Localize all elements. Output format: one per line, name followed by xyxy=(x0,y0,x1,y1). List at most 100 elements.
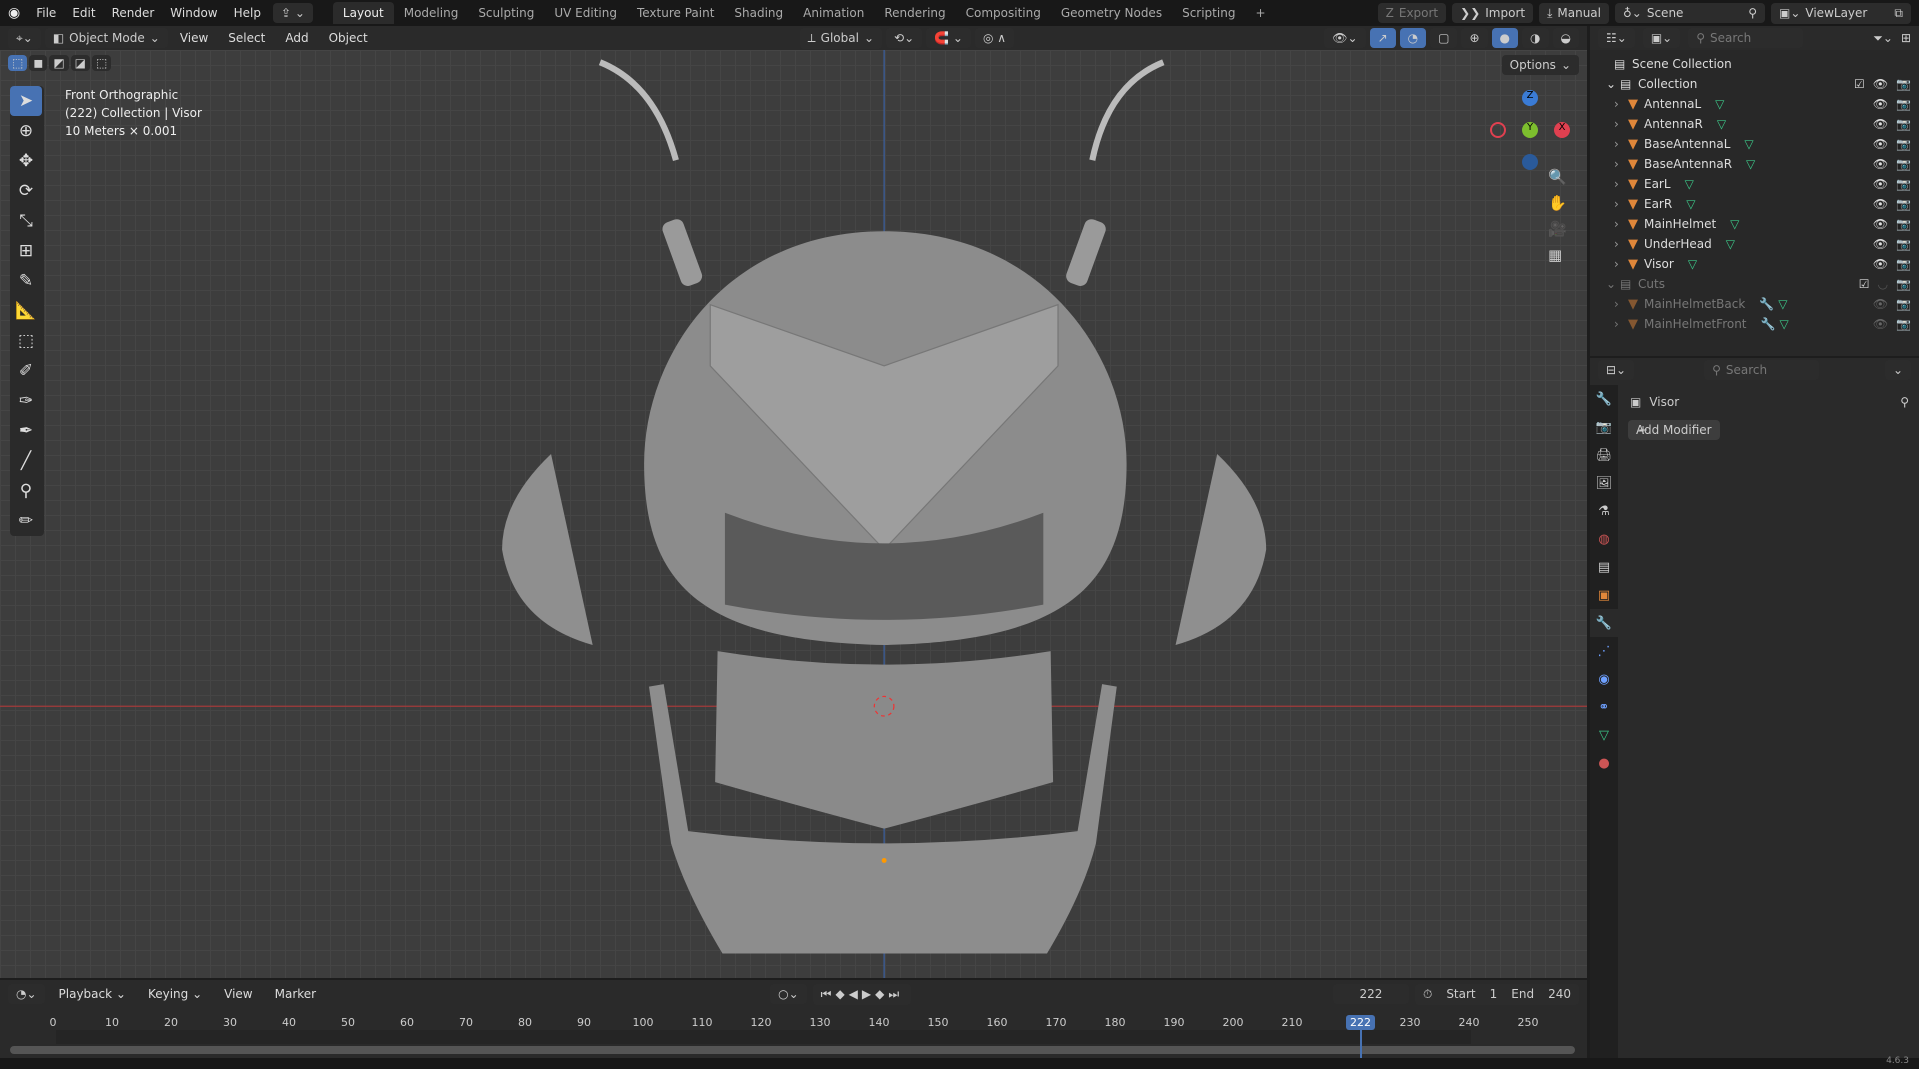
auto-keying-toggle[interactable]: ○⌄ xyxy=(770,984,807,1004)
add-workspace-button[interactable]: + xyxy=(1245,2,1275,24)
camera-icon[interactable]: 📷 xyxy=(1896,137,1911,151)
constraints-tab-icon[interactable]: ⚭ xyxy=(1590,693,1618,721)
snap-toggle[interactable]: 🧲 ⌄ xyxy=(926,28,971,48)
menu-marker[interactable]: Marker xyxy=(267,987,324,1001)
modifier-icon[interactable]: 🔧 xyxy=(1761,317,1776,331)
navigation-gizmo[interactable]: Z Y X xyxy=(1490,90,1570,170)
camera-icon[interactable]: 📷 xyxy=(1896,117,1911,131)
outliner-item[interactable]: › ▼ BaseAntennaR ▽ 👁 📷 xyxy=(1614,154,1919,174)
fill-tool-icon[interactable]: ✒ xyxy=(10,416,42,446)
eye-icon[interactable]: 👁 xyxy=(1873,257,1888,271)
tab-texture-paint[interactable]: Texture Paint xyxy=(627,2,724,24)
zoom-icon[interactable]: 🔍 xyxy=(1548,168,1567,186)
mesh-data-icon[interactable]: ▽ xyxy=(1685,177,1694,191)
camera-icon[interactable]: 📷 xyxy=(1896,157,1911,171)
outliner-item[interactable]: › ▼ UnderHead ▽ 👁 📷 xyxy=(1614,234,1919,254)
expand-icon[interactable]: › xyxy=(1614,117,1628,131)
material-tab-icon[interactable]: ● xyxy=(1590,749,1618,777)
eye-icon[interactable]: 👁 xyxy=(1873,77,1888,91)
eye-icon[interactable]: 👁 xyxy=(1873,217,1888,231)
physics-tab-icon[interactable]: ◉ xyxy=(1590,665,1618,693)
overlay-toggle[interactable]: ◔ xyxy=(1399,28,1427,48)
pivot-selector[interactable]: ⟲⌄ xyxy=(886,28,923,48)
camera-icon[interactable]: 📷 xyxy=(1896,177,1911,191)
outliner-item[interactable]: › ▼ Visor ▽ 👁 📷 xyxy=(1614,254,1919,274)
expand-icon[interactable]: › xyxy=(1614,297,1628,311)
select-box-tool-icon[interactable]: ➤ xyxy=(10,86,42,116)
export-button[interactable]: Z Export xyxy=(1377,3,1447,23)
mesh-data-icon[interactable]: ▽ xyxy=(1730,217,1739,231)
select-intersect-icon[interactable]: ⬚ xyxy=(92,55,112,71)
3d-viewport[interactable]: ⬚ ◼ ◩ ◪ ⬚ ➤ ⊕ ✥ ⟳ ⤡ ⊞ ✎ 📐 ⬚ ✐ ✑ ✒ ╱ ⚲ ✏ … xyxy=(0,50,1587,978)
menu-add[interactable]: Add xyxy=(277,31,316,45)
eye-icon[interactable]: 👁 xyxy=(1873,197,1888,211)
menu-view[interactable]: View xyxy=(216,987,260,1001)
camera-icon[interactable]: 📷 xyxy=(1896,197,1911,211)
tab-sculpting[interactable]: Sculpting xyxy=(468,2,544,24)
output-tab-icon[interactable]: 🖨 xyxy=(1590,441,1618,469)
eye-icon[interactable]: 👁 xyxy=(1873,297,1888,311)
filter-view-button[interactable]: ▣⌄ xyxy=(1642,28,1681,48)
mesh-data-icon[interactable]: ▽ xyxy=(1715,97,1724,111)
tab-uv-editing[interactable]: UV Editing xyxy=(544,2,627,24)
xray-toggle[interactable]: ▢ xyxy=(1430,28,1458,48)
expand-icon[interactable]: › xyxy=(1614,217,1628,231)
world-tab-icon[interactable]: ◍ xyxy=(1590,525,1618,553)
add-cube-tool-icon[interactable]: ⬚ xyxy=(10,326,42,356)
gizmo-z[interactable]: Z xyxy=(1522,90,1538,106)
outliner-item[interactable]: › ▼ MainHelmet ▽ 👁 📷 xyxy=(1614,214,1919,234)
eye-icon[interactable]: 👁 xyxy=(1873,137,1888,151)
tab-geometry-nodes[interactable]: Geometry Nodes xyxy=(1051,2,1172,24)
mode-selector[interactable]: ◧ Object Mode ⌄ xyxy=(44,28,168,48)
pin-icon[interactable]: ⚲ xyxy=(1748,6,1757,20)
eye-icon[interactable]: 👁 xyxy=(1873,177,1888,191)
move-tool-icon[interactable]: ✥ xyxy=(10,146,42,176)
new-collection-icon[interactable]: ⊞ xyxy=(1901,31,1911,45)
select-subtract-icon[interactable]: ◩ xyxy=(49,55,69,71)
gizmo-neg-z[interactable] xyxy=(1522,154,1538,170)
editor-type-button[interactable]: ⇪ ⌄ xyxy=(272,3,313,23)
scene-collection-row[interactable]: ▤ Scene Collection xyxy=(1614,54,1919,74)
options-button[interactable]: Options ⌄ xyxy=(1501,55,1579,75)
checkbox-icon[interactable]: ☑ xyxy=(1859,277,1870,291)
editor-type-button[interactable]: ◔⌄ xyxy=(8,984,45,1004)
paint-tool-icon[interactable]: ✑ xyxy=(10,386,42,416)
camera-icon[interactable]: 📷 xyxy=(1896,217,1911,231)
expand-icon[interactable]: › xyxy=(1614,317,1628,331)
menu-help[interactable]: Help xyxy=(226,6,269,20)
end-value[interactable]: 240 xyxy=(1548,987,1571,1001)
tab-rendering[interactable]: Rendering xyxy=(874,2,955,24)
sample-tool-icon[interactable]: ⚲ xyxy=(10,476,42,506)
frame-range[interactable]: ⏱ Start 1 End 240 xyxy=(1414,983,1579,1005)
properties-search[interactable]: ⚲ Search xyxy=(1704,360,1820,380)
expand-icon[interactable]: › xyxy=(1614,137,1628,151)
blender-logo-icon[interactable]: ◉ xyxy=(0,5,28,21)
checkbox-icon[interactable]: ☑ xyxy=(1854,77,1865,91)
timeline-scrollbar[interactable] xyxy=(10,1046,1575,1054)
pin-icon[interactable]: ⚲ xyxy=(1900,395,1909,409)
select-invert-icon[interactable]: ◪ xyxy=(70,55,90,71)
tab-scripting[interactable]: Scripting xyxy=(1172,2,1245,24)
cursor-tool-icon[interactable]: ⊕ xyxy=(10,116,42,146)
mesh-data-icon[interactable]: ▽ xyxy=(1746,157,1755,171)
mesh-data-icon[interactable]: ▽ xyxy=(1778,297,1787,311)
eye-icon[interactable]: 👁 xyxy=(1873,117,1888,131)
shading-rendered[interactable]: ◒ xyxy=(1552,28,1579,48)
outliner-item[interactable]: › ▼ EarL ▽ 👁 📷 xyxy=(1614,174,1919,194)
outliner-item[interactable]: › ▼ AntennaR ▽ 👁 📷 xyxy=(1614,114,1919,134)
expand-icon[interactable]: › xyxy=(1614,177,1628,191)
camera-icon[interactable]: 📷 xyxy=(1896,237,1911,251)
tab-layout[interactable]: Layout xyxy=(332,2,394,24)
import-button[interactable]: ❯❯ Import xyxy=(1452,3,1534,23)
start-value[interactable]: 1 xyxy=(1490,987,1498,1001)
collection-tab-icon[interactable]: ▤ xyxy=(1590,553,1618,581)
menu-view[interactable]: View xyxy=(172,31,216,45)
menu-object[interactable]: Object xyxy=(321,31,376,45)
modifier-icon[interactable]: 🔧 xyxy=(1759,297,1774,311)
display-mode-button[interactable]: ☷⌄ xyxy=(1598,28,1635,48)
gizmo-y[interactable]: Y xyxy=(1522,122,1538,138)
render-tab-icon[interactable]: 📷 xyxy=(1590,413,1618,441)
tab-animation[interactable]: Animation xyxy=(793,2,874,24)
editor-type-button[interactable]: ⊟⌄ xyxy=(1598,360,1635,380)
camera-icon[interactable]: 📷 xyxy=(1896,277,1911,291)
